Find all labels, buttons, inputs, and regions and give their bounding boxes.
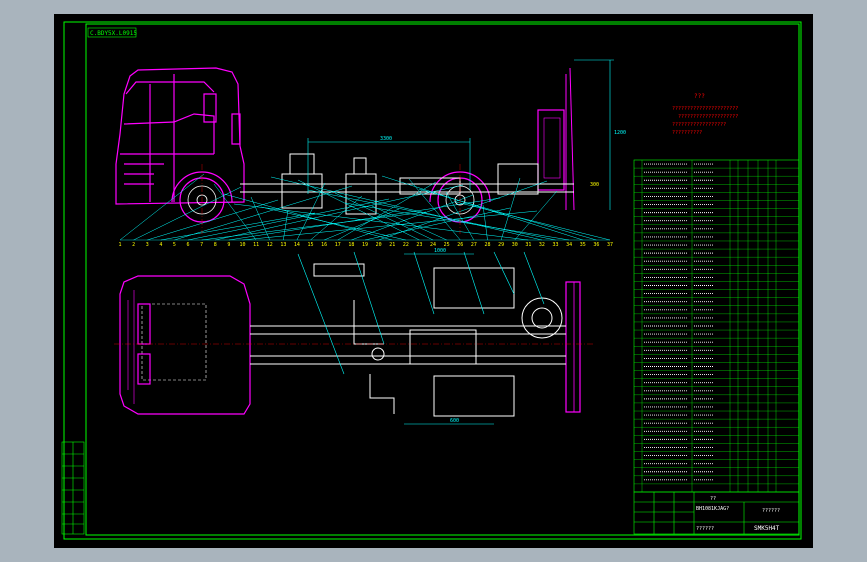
dim-plan-bottom: 600 [450,418,459,424]
leader-line [378,180,548,241]
dimensions-plan: 1000 600 [297,248,545,425]
item-number: 32 [539,242,545,248]
revision-table [61,441,85,535]
label-box-text: C.BDY5X.L0915 [90,30,137,37]
chassis-plan [250,263,566,417]
item-number: 20 [376,242,382,248]
item-number: 1 [118,242,121,248]
item-number: 7 [200,242,203,248]
side-view [115,67,575,223]
leader-line [260,206,406,241]
title-drawing-name: BH1081KJAG? [696,506,729,512]
dim-plan-top: 1000 [434,248,446,254]
leader-line [160,212,316,241]
item-number: 16 [321,242,327,248]
item-number: 31 [525,242,531,248]
item-number: 5 [173,242,176,248]
item-number: 27 [471,242,477,248]
dim-height: 1200 [614,130,626,136]
note-line-2: ???????????????????? [678,114,738,120]
item-number: 33 [553,242,559,248]
note-line-3: ?????????????????? [672,122,726,128]
item-number: 21 [389,242,395,248]
item-number-row: 1 2 3 4 5 6 7 8 9 10 11 12 13 14 15 16 17 18 19 20 21 22 23 24 2… [118,239,613,248]
plan-view [119,275,581,415]
item-number: 37 [607,242,613,248]
item-number: 3 [146,242,149,248]
leader-line [307,189,556,241]
leader-line [147,199,279,241]
leader-line [514,190,558,241]
title-project: ?????? [762,508,780,514]
drawing-sheet: C.BDY5X.L0915 3300 1200 300 1 2 3 4 5 6 … [54,14,813,548]
item-number: 34 [566,242,572,248]
leader-line [455,201,611,241]
item-number: 28 [484,242,490,248]
item-number: 19 [362,242,368,248]
bom-table [633,159,800,493]
item-number: 10 [239,242,245,248]
leader-line [310,195,363,241]
item-number: 2 [132,242,135,248]
cab-plan [119,275,251,415]
item-number: 4 [159,242,162,248]
technical-notes: ??? ?????????????????????? ?????????????… [672,93,738,136]
item-number: 30 [512,242,518,248]
note-line-4: ?????????? [672,130,702,136]
title-drawing-code: SMK5H4T [754,525,780,532]
item-number: 9 [227,242,230,248]
item-number: 12 [267,242,273,248]
item-number: 15 [308,242,314,248]
leader-line [337,181,437,241]
dim-wheelbase: 3300 [380,136,392,142]
item-number: 36 [593,242,599,248]
title-company: ?????? [696,526,714,532]
item-number: 23 [416,242,422,248]
item-number: 6 [187,242,190,248]
item-number: 17 [335,242,341,248]
item-number: 13 [280,242,286,248]
item-number: 35 [580,242,586,248]
item-number: 18 [348,242,354,248]
item-number: 22 [403,242,409,248]
item-number: 26 [457,242,463,248]
note-line-1: ?????????????????????? [672,106,738,112]
item-number: 11 [253,242,259,248]
item-number: 29 [498,242,504,248]
notes-title: ??? [694,93,705,100]
leader-line [381,175,583,241]
dim-rear-overhang: 300 [590,182,599,188]
item-number: 8 [214,242,217,248]
item-number: 14 [294,242,300,248]
title-scale: ?? [710,496,716,502]
cad-drawing: C.BDY5X.L0915 3300 1200 300 1 2 3 4 5 6 … [61,21,802,540]
